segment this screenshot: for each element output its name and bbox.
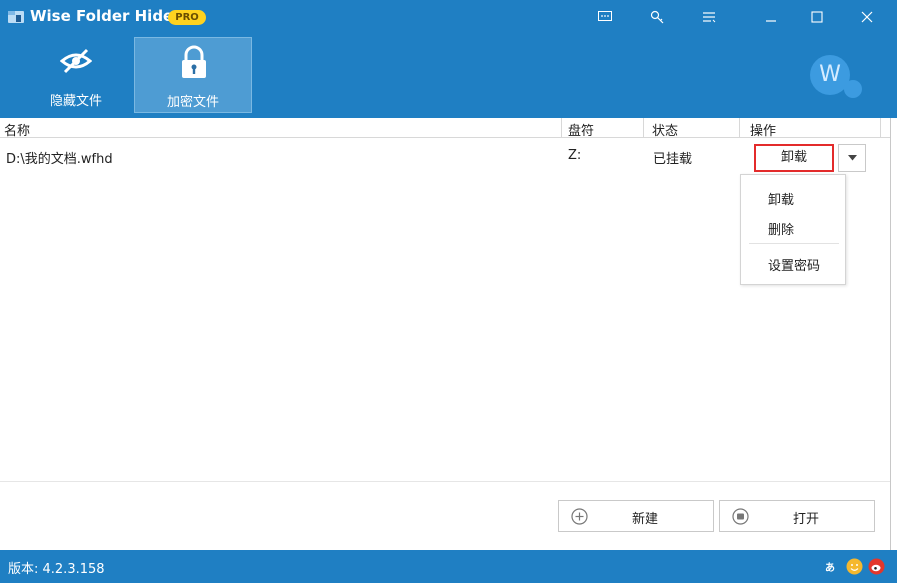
feedback-button[interactable] <box>592 5 618 29</box>
menu-icon <box>703 12 716 23</box>
column-header-drive[interactable]: 盘符 <box>568 120 594 139</box>
weibo-icon[interactable] <box>868 558 885 575</box>
hidden-eye-icon <box>59 43 93 79</box>
language-icon[interactable]: あ <box>824 558 841 575</box>
column-divider <box>739 118 740 138</box>
pro-badge: PRO <box>168 10 206 25</box>
status-bar: 版本: 4.2.3.158 あ <box>0 550 897 583</box>
key-icon <box>650 10 664 24</box>
row-drive-letter: Z: <box>568 148 582 163</box>
row-file-name: D:\我的文档.wfhd <box>6 152 113 167</box>
close-icon <box>861 11 873 23</box>
column-divider <box>643 118 644 138</box>
feedback-icon <box>598 11 612 21</box>
new-button[interactable]: 新建 <box>558 500 714 532</box>
svg-text:あ: あ <box>825 561 835 574</box>
maximize-button[interactable] <box>794 0 840 34</box>
minimize-icon <box>766 20 776 22</box>
key-button[interactable] <box>644 5 670 29</box>
tab-hidden-files[interactable]: 隐藏文件 <box>17 37 135 113</box>
avatar-status-dot <box>844 80 862 98</box>
footer-divider <box>0 481 890 482</box>
settings-menu-button[interactable] <box>696 5 722 29</box>
title-bar: Wise Folder Hider PRO <box>0 0 897 34</box>
caret-down-icon <box>847 155 857 161</box>
column-header-name[interactable]: 名称 <box>4 120 30 139</box>
menu-divider <box>749 243 839 244</box>
column-divider <box>561 118 562 138</box>
table-header: 名称 盘符 状态 操作 <box>0 118 890 139</box>
column-header-action[interactable]: 操作 <box>750 120 776 139</box>
open-button-label: 打开 <box>792 512 819 527</box>
column-header-status[interactable]: 状态 <box>652 120 678 139</box>
panel-border <box>890 118 891 550</box>
close-button[interactable] <box>844 0 890 34</box>
app-header: Wise Folder Hider PRO 隐藏文件 加密文件 W <box>0 0 897 118</box>
lock-icon <box>177 44 211 80</box>
tab-encrypted-files[interactable]: 加密文件 <box>134 37 252 113</box>
app-logo-icon <box>8 11 24 23</box>
smile-icon[interactable] <box>846 558 863 575</box>
row-status: 已挂载 <box>653 152 693 167</box>
tab-label: 隐藏文件 <box>49 94 102 109</box>
unmount-button[interactable]: 卸载 <box>754 144 834 172</box>
minimize-button[interactable] <box>748 0 794 34</box>
new-button-label: 新建 <box>631 512 658 527</box>
tab-label: 加密文件 <box>166 95 219 110</box>
action-dropdown-menu: 卸载 删除 设置密码 <box>740 174 846 285</box>
action-dropdown-button[interactable] <box>838 144 866 172</box>
maximize-icon <box>811 11 823 23</box>
app-title: Wise Folder Hider <box>30 7 181 25</box>
menu-item-delete[interactable]: 删除 <box>768 219 794 238</box>
open-button[interactable]: 打开 <box>719 500 875 532</box>
menu-item-set-password[interactable]: 设置密码 <box>768 255 820 274</box>
menu-item-unmount[interactable]: 卸载 <box>768 189 794 208</box>
version-text: 版本: 4.2.3.158 <box>8 562 105 577</box>
column-divider <box>880 118 881 138</box>
